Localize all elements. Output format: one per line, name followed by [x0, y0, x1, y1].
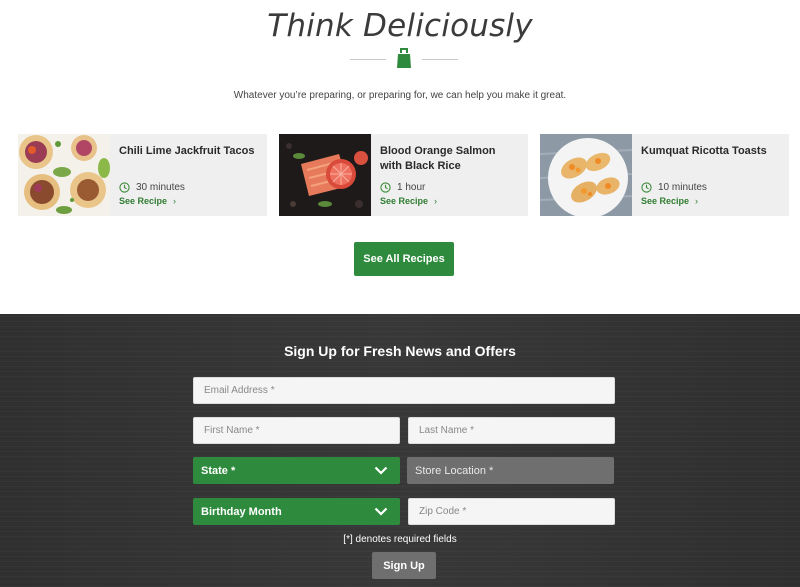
email-field[interactable]: Email Address *: [193, 377, 615, 404]
chevron-down-icon: [374, 507, 388, 516]
zip-code-field[interactable]: Zip Code *: [408, 498, 615, 525]
recipes-section: Think Deliciously Whatever you’re prepar…: [0, 0, 800, 314]
store-location-select[interactable]: Store Location *: [407, 457, 614, 484]
see-recipe-label[interactable]: See Recipe: [641, 196, 689, 206]
recipe-title[interactable]: Chili Lime Jackfruit Tacos: [119, 144, 259, 159]
see-recipe-link[interactable]: See Recipe ›: [380, 196, 437, 206]
recipe-card[interactable]: Kumquat Ricotta Toasts 10 minutes See Re…: [540, 134, 789, 216]
recipe-time: 1 hour: [380, 181, 425, 193]
required-fields-note: [*] denotes required fields: [343, 534, 457, 545]
email-placeholder: Email Address *: [204, 385, 275, 396]
see-recipe-label[interactable]: See Recipe: [119, 196, 167, 206]
recipe-photo-toasts[interactable]: [540, 134, 632, 216]
recipe-time: 10 minutes: [641, 181, 707, 193]
clock-icon: [380, 181, 391, 193]
section-headline: Think Deliciously: [267, 8, 533, 44]
section-tagline: Whatever you’re preparing, or preparing …: [233, 90, 567, 101]
recipe-photo-salmon[interactable]: [279, 134, 371, 216]
first-name-placeholder: First Name *: [204, 425, 260, 436]
signup-title: Sign Up for Fresh News and Offers: [284, 343, 516, 359]
recipe-title[interactable]: Blood Orange Salmon with Black Rice: [380, 144, 520, 174]
recipe-time-text: 10 minutes: [658, 181, 707, 193]
apron-icon: [397, 48, 411, 68]
see-all-recipes-button[interactable]: See All Recipes: [354, 242, 454, 276]
last-name-placeholder: Last Name *: [419, 425, 475, 436]
chevron-right-icon: ›: [173, 196, 177, 206]
last-name-field[interactable]: Last Name *: [408, 417, 615, 444]
first-name-field[interactable]: First Name *: [193, 417, 400, 444]
chevron-down-icon: [374, 466, 388, 475]
see-recipe-link[interactable]: See Recipe ›: [641, 196, 698, 206]
recipe-time: 30 minutes: [119, 181, 185, 193]
sign-up-button[interactable]: Sign Up: [372, 552, 436, 579]
birthday-month-select[interactable]: Birthday Month: [193, 498, 400, 525]
see-recipe-label[interactable]: See Recipe: [380, 196, 428, 206]
state-select-label: State *: [201, 464, 236, 477]
chevron-right-icon: ›: [434, 196, 438, 206]
zip-code-placeholder: Zip Code *: [419, 506, 467, 517]
see-recipe-link[interactable]: See Recipe ›: [119, 196, 176, 206]
clock-icon: [641, 181, 652, 193]
clock-icon: [119, 181, 130, 193]
recipe-title[interactable]: Kumquat Ricotta Toasts: [641, 144, 781, 159]
newsletter-section: Sign Up for Fresh News and Offers Email …: [0, 314, 800, 587]
recipe-photo-tacos[interactable]: [18, 134, 110, 216]
divider-line-right: [422, 59, 458, 60]
chevron-right-icon: ›: [695, 196, 699, 206]
headline-divider: [350, 47, 458, 69]
state-select[interactable]: State *: [193, 457, 400, 484]
recipe-time-text: 30 minutes: [136, 181, 185, 193]
birthday-month-label: Birthday Month: [201, 505, 282, 518]
recipe-card[interactable]: Blood Orange Salmon with Black Rice 1 ho…: [279, 134, 528, 216]
recipe-time-text: 1 hour: [397, 181, 426, 193]
divider-line-left: [350, 59, 386, 60]
recipe-card[interactable]: Chili Lime Jackfruit Tacos 30 minutes Se…: [18, 134, 267, 216]
store-location-label: Store Location *: [415, 464, 494, 477]
